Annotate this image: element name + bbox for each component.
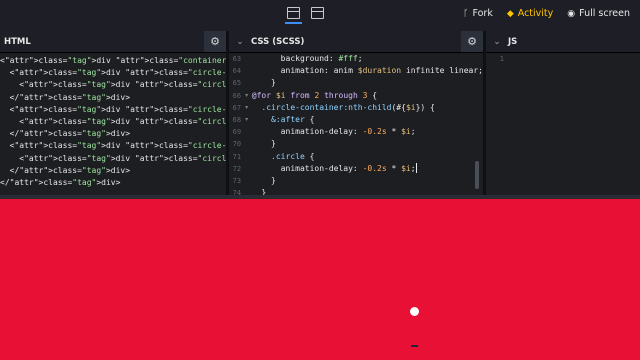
css-code-line: @for $i from 2 through 3 { [251,90,378,100]
animated-circle [410,307,419,316]
css-fold-marker [245,138,252,150]
css-fold-marker [245,151,252,163]
html-code-line: <"attr">class="tag">div "attr">class="ci… [0,104,226,114]
css-pane-title: CSS (SCSS) [251,36,305,47]
css-line-number: 74 [232,189,242,195]
js-collapse-chevron-icon[interactable]: ⌄ [486,37,508,47]
fork-button[interactable]: ᚴ Fork [463,8,493,19]
css-line-number: 72 [232,164,242,173]
layout-left-icon[interactable] [310,4,326,24]
js-pane-title: JS [508,36,518,47]
html-code-editor[interactable]: <"attr">class="tag">div "attr">class="co… [0,53,226,189]
css-fold-marker [245,163,252,175]
html-code-line: <"attr">class="tag">div "attr">class="co… [0,56,226,65]
css-fold-marker [245,65,252,77]
css-line-number: 65 [232,79,242,88]
css-line-number: 66 [232,91,242,100]
html-code-line: <"attr">class="tag">div "attr">class="ci… [0,80,226,90]
css-code-line: background: #fff; [251,54,363,63]
html-code-line: <"attr">class="tag">div "attr">class="ci… [0,117,226,127]
fullscreen-label: Full screen [579,8,630,19]
top-bar: ᚴ Fork ◆ Activity ◉ Full screen [0,0,640,31]
html-settings-gear-icon[interactable]: ⚙ [204,31,226,52]
css-line-number: 63 [232,55,242,63]
css-code-line: animation-delay: -0.2s * $i; [251,163,417,174]
css-fold-marker[interactable]: ▾ [245,90,252,102]
css-fold-marker[interactable]: ▾ [245,102,252,114]
css-pane-header: ⌄ CSS (SCSS) ⚙ [229,31,483,53]
css-settings-gear-icon[interactable]: ⚙ [461,31,483,52]
activity-label: Activity [517,8,554,19]
layout-top-icon[interactable] [285,4,302,24]
html-code-line: <"attr">class="tag">div "attr">class="ci… [0,68,226,78]
css-line-number: 70 [232,140,242,149]
css-collapse-chevron-icon[interactable]: ⌄ [229,37,251,47]
css-line-number: 64 [232,67,242,76]
text-cursor [415,163,417,174]
css-code-line: .circle { [271,151,315,161]
eye-icon: ◉ [567,8,576,19]
html-pane-header: HTML ⚙ [0,31,226,53]
css-pane: ⌄ CSS (SCSS) ⚙ 63 64 65 66 67 68 69 70 71 72 73 74 … [229,31,483,195]
html-code-line: <"attr">class="tag">div "attr">class="ci… [0,153,226,163]
css-line-number: 67 [232,103,242,112]
css-fold-gutter: ▾ ▾ ▾ [245,53,252,195]
fullscreen-button[interactable]: ◉ Full screen [567,8,630,19]
css-fold-marker [245,77,252,89]
activity-button[interactable]: ◆ Activity [507,8,553,19]
html-code-line: </"attr">class="tag">div> [0,178,121,188]
css-line-number: 73 [232,177,242,186]
css-code-line: } [251,78,276,88]
layout-switcher [285,4,326,24]
editor-panes: HTML ⚙ <"attr">class="tag">div "attr">cl… [0,31,640,195]
css-fold-marker [245,53,252,65]
html-pane: HTML ⚙ <"attr">class="tag">div "attr">cl… [0,31,226,195]
css-fold-marker [245,126,252,138]
top-actions: ᚴ Fork ◆ Activity ◉ Full screen [463,8,630,19]
css-code-editor[interactable]: 63 64 65 66 67 68 69 70 71 72 73 74 ▾ ▾ ▾ background:… [229,53,483,195]
fork-label: Fork [472,8,493,19]
html-pane-title: HTML [4,36,31,47]
css-code-line: } [251,176,276,186]
css-line-numbers: 63 64 65 66 67 68 69 70 71 72 73 74 [229,53,245,195]
result-preview[interactable] [0,199,640,360]
css-fold-marker [245,187,252,195]
css-code-line: } [251,139,276,149]
css-fold-marker [245,175,252,187]
html-code-line: </"attr">class="tag">div> [0,92,131,102]
css-code-line: .circle-container:nth-child(#{$i}) { [261,102,435,112]
css-code-line: } [251,188,267,195]
html-code-line: </"attr">class="tag">div> [0,129,131,139]
css-code-line: animation: anim $duration infinite linea… [251,66,483,76]
html-code-line: </"attr">class="tag">div> [0,165,131,175]
css-code-line: &:after { [271,115,315,125]
js-pane-header: ⌄ JS [486,31,640,53]
css-line-number: 71 [232,152,242,161]
css-code-line: animation-delay: -0.2s * $i; [251,127,416,137]
css-line-number: 68 [232,116,242,125]
css-line-number: 69 [232,128,242,137]
css-scrollbar[interactable] [475,161,479,189]
js-pane: ⌄ JS 1 [486,31,640,195]
js-code-editor[interactable]: 1 [486,53,640,65]
activity-icon: ◆ [506,8,514,19]
js-line-number: 1 [499,55,504,63]
css-fold-marker[interactable]: ▾ [245,114,252,126]
loader-dash [411,345,418,347]
css-code: background: #fff; animation: anim $durat… [252,53,483,195]
html-code-line: <"attr">class="tag">div "attr">class="ci… [0,141,226,151]
fork-icon: ᚴ [463,8,469,19]
